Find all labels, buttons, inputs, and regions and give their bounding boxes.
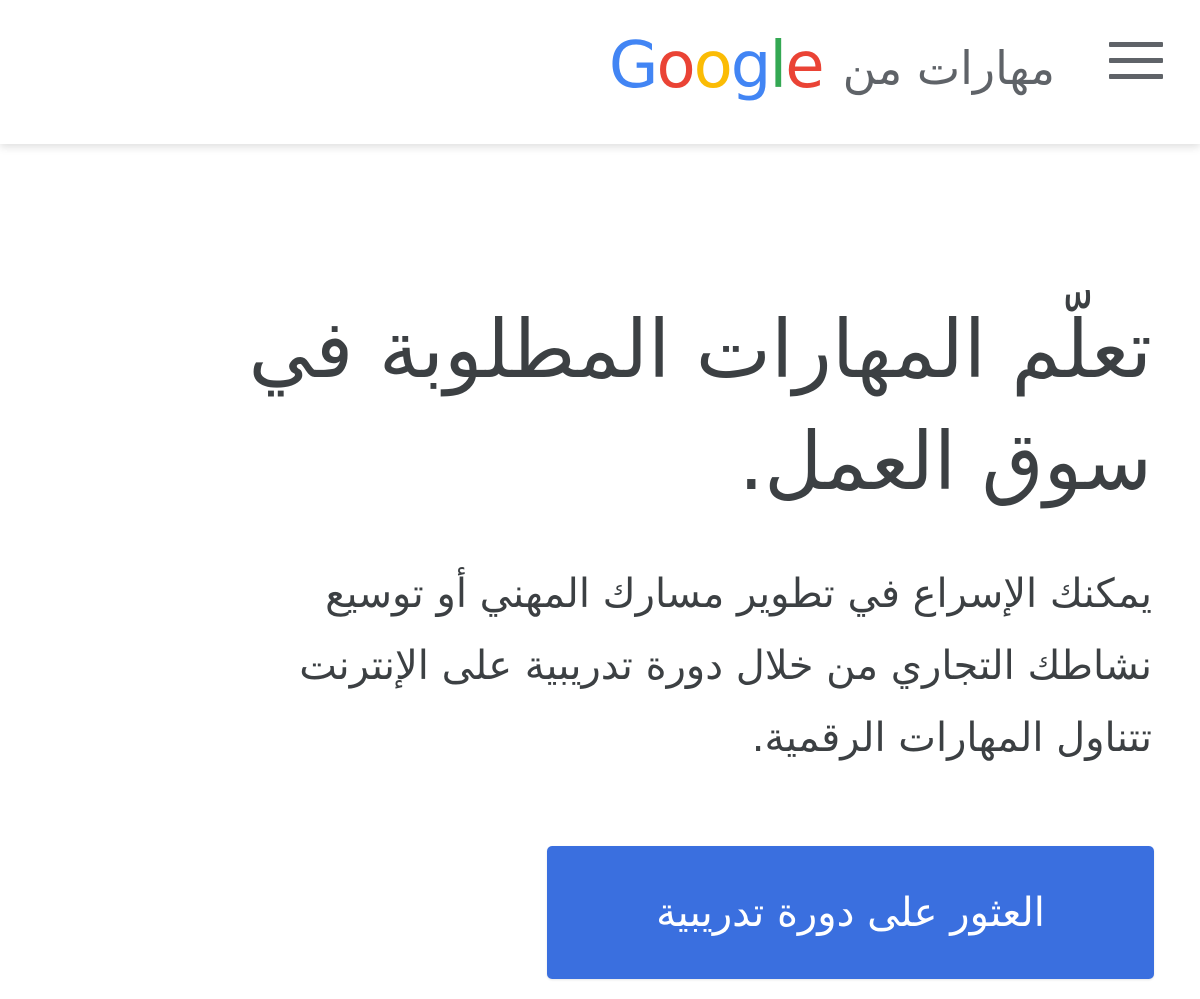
hero-description: يمكنك الإسراع في تطوير مسارك المهني أو ت… xyxy=(112,558,1152,774)
brand-home-link[interactable]: مهارات من Google xyxy=(609,26,1055,106)
find-course-button[interactable]: العثور على دورة تدريبية xyxy=(547,846,1154,979)
logo-letter: G xyxy=(608,29,659,103)
logo-letter: o xyxy=(656,29,695,103)
hero-section: تعلّم المهارات المطلوبة في سوق العمل. يم… xyxy=(0,144,1200,999)
top-app-bar: مهارات من Google xyxy=(0,0,1200,144)
menu-line xyxy=(1109,58,1163,63)
hero-heading: تعلّم المهارات المطلوبة في سوق العمل. xyxy=(152,294,1152,518)
hamburger-menu-icon[interactable] xyxy=(1109,42,1163,80)
menu-line xyxy=(1109,42,1163,47)
menu-line xyxy=(1109,74,1163,79)
logo-letter: o xyxy=(693,29,733,103)
hero-description-line: يمكنك الإسراع في تطوير مسارك المهني أو ت… xyxy=(325,571,1152,617)
logo-letter: g xyxy=(730,29,772,103)
hero-description-line: نشاطك التجاري من خلال دورة تدريبية على ا… xyxy=(299,643,1152,689)
brand-text: مهارات من xyxy=(842,41,1055,95)
hero-heading-line: تعلّم المهارات المطلوبة في xyxy=(248,303,1152,396)
hero-description-line: تتناول المهارات الرقمية. xyxy=(751,715,1152,761)
google-logo: Google xyxy=(609,34,825,98)
logo-letter: e xyxy=(785,29,824,103)
hero-heading-line: سوق العمل. xyxy=(738,415,1152,508)
logo-letter: l xyxy=(769,29,787,103)
